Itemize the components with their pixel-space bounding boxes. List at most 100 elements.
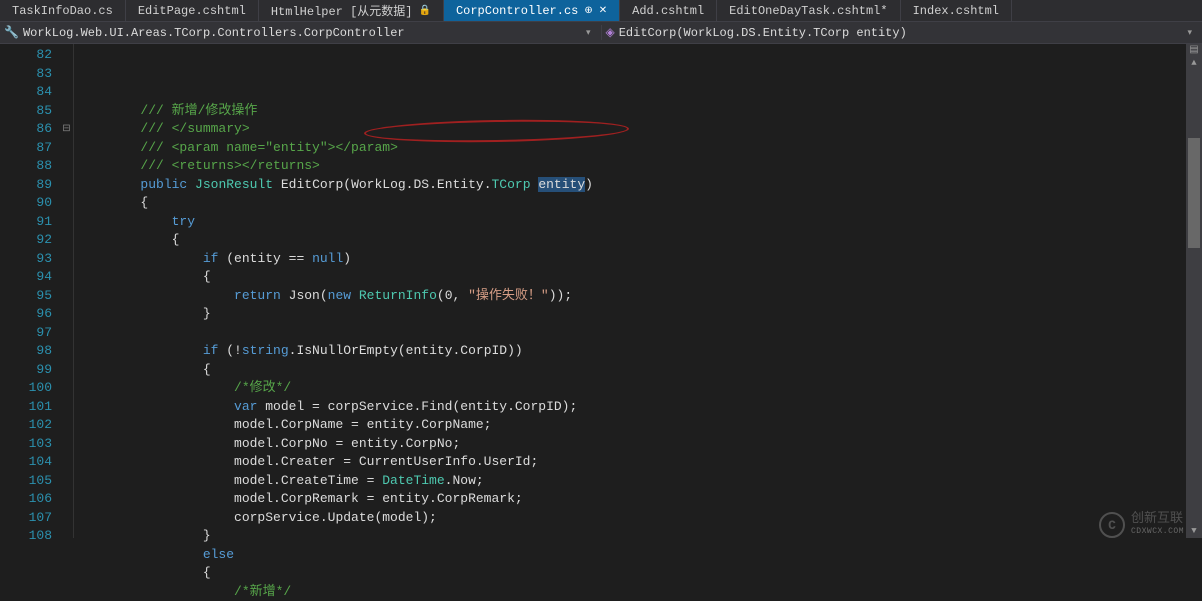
code-line[interactable]: /*修改*/ [78, 379, 1186, 398]
token-plain [78, 177, 140, 192]
tab-3[interactable]: CorpController.cs ⊕ ✕ [444, 0, 620, 21]
token-plain: } [78, 306, 211, 321]
line-number: 89 [0, 176, 52, 195]
fold-cell [60, 287, 73, 306]
token-plain: { [78, 565, 211, 580]
fold-cell [60, 305, 73, 324]
close-icon[interactable]: ✕ [599, 5, 607, 17]
line-number: 92 [0, 231, 52, 250]
tab-0[interactable]: TaskInfoDao.cs [0, 0, 126, 21]
fold-cell [60, 398, 73, 417]
line-number: 95 [0, 287, 52, 306]
vertical-scrollbar[interactable]: ▤ ▲ ▼ [1186, 44, 1202, 538]
code-editor[interactable]: /// 新增/修改操作 /// </summary> /// <param na… [74, 44, 1186, 538]
fold-cell [60, 527, 73, 546]
line-number: 96 [0, 305, 52, 324]
code-line[interactable]: { [78, 231, 1186, 250]
tab-6[interactable]: Index.cshtml [901, 0, 1012, 21]
token-key: try [172, 214, 195, 229]
code-line[interactable]: if (entity == null) [78, 250, 1186, 269]
code-line[interactable]: /// 新增/修改操作 [78, 102, 1186, 121]
line-number: 98 [0, 342, 52, 361]
line-number: 108 [0, 527, 52, 546]
nav-scope-right[interactable]: ◈ EditCorp(WorkLog.DS.Entity.TCorp entit… [602, 25, 1202, 40]
fold-cell[interactable]: ⊟ [60, 120, 73, 139]
token-plain: .Now; [445, 473, 484, 488]
code-line[interactable]: return Json(new ReturnInfo(0, "操作失败！")); [78, 287, 1186, 306]
token-plain: { [78, 232, 179, 247]
dropdown-icon[interactable]: ▾ [1187, 28, 1198, 38]
scroll-track[interactable] [1186, 58, 1202, 524]
token-plain: ) [585, 177, 593, 192]
code-line[interactable] [78, 324, 1186, 343]
token-comment: /// 新增/修改操作 [140, 103, 257, 118]
dropdown-icon[interactable]: ▾ [586, 28, 597, 38]
split-icon[interactable]: ▤ [1186, 44, 1202, 56]
code-line[interactable]: model.CorpNo = entity.CorpNo; [78, 435, 1186, 454]
code-line[interactable]: } [78, 305, 1186, 324]
fold-cell [60, 139, 73, 158]
code-line[interactable]: model.CorpRemark = entity.CorpRemark; [78, 490, 1186, 509]
token-plain [78, 251, 203, 266]
code-line[interactable]: /*新增*/ [78, 583, 1186, 601]
scroll-thumb[interactable] [1188, 138, 1200, 248]
code-line[interactable]: model.CreateTime = DateTime.Now; [78, 472, 1186, 491]
nav-method-text: EditCorp(WorkLog.DS.Entity.TCorp entity) [619, 26, 907, 40]
code-line[interactable]: { [78, 268, 1186, 287]
code-line[interactable]: if (!string.IsNullOrEmpty(entity.CorpID)… [78, 342, 1186, 361]
code-line[interactable]: corpService.Update(model); [78, 509, 1186, 528]
code-line[interactable]: /// <param name="entity"></param> [78, 139, 1186, 158]
line-number: 106 [0, 490, 52, 509]
token-plain: model.Creater = CurrentUserInfo.UserId; [78, 454, 538, 469]
token-plain [78, 103, 140, 118]
tab-label: HtmlHelper [从元数据] [271, 2, 413, 19]
tab-label: CorpController.cs [456, 4, 578, 18]
code-line[interactable]: try [78, 213, 1186, 232]
code-line[interactable]: else [78, 546, 1186, 565]
token-comment: /*新增*/ [234, 584, 291, 599]
token-plain: { [78, 195, 148, 210]
token-key: if [203, 251, 219, 266]
code-line[interactable]: /// </summary> [78, 120, 1186, 139]
token-plain [78, 140, 140, 155]
line-number: 88 [0, 157, 52, 176]
watermark-en: CDXWCX.COM [1131, 525, 1184, 538]
token-key: string [242, 343, 289, 358]
code-line[interactable]: { [78, 564, 1186, 583]
line-number: 90 [0, 194, 52, 213]
token-key: null [312, 251, 343, 266]
token-comment: /// <returns></returns> [140, 158, 319, 173]
tab-4[interactable]: Add.cshtml [620, 0, 717, 21]
token-plain: model = corpService.Find(entity.CorpID); [257, 399, 577, 414]
tab-label: EditPage.cshtml [138, 4, 246, 18]
code-line[interactable]: { [78, 361, 1186, 380]
tab-2[interactable]: HtmlHelper [从元数据]🔒 [259, 0, 444, 21]
code-line[interactable]: var model = corpService.Find(entity.Corp… [78, 398, 1186, 417]
fold-cell [60, 268, 73, 287]
token-plain [78, 547, 203, 562]
pin-icon[interactable]: ⊕ [584, 5, 592, 17]
code-line[interactable]: public JsonResult EditCorp(WorkLog.DS.En… [78, 176, 1186, 195]
code-line[interactable]: model.CorpName = entity.CorpName; [78, 416, 1186, 435]
token-type: JsonResult [195, 177, 273, 192]
line-number: 100 [0, 379, 52, 398]
token-key: new [328, 288, 351, 303]
line-number: 87 [0, 139, 52, 158]
fold-cell [60, 509, 73, 528]
line-number: 101 [0, 398, 52, 417]
code-line[interactable]: model.Creater = CurrentUserInfo.UserId; [78, 453, 1186, 472]
token-plain [78, 399, 234, 414]
code-line[interactable]: /// <returns></returns> [78, 157, 1186, 176]
tab-1[interactable]: EditPage.cshtml [126, 0, 259, 21]
scroll-down-icon[interactable]: ▼ [1186, 524, 1202, 538]
fold-cell [60, 361, 73, 380]
tab-5[interactable]: EditOneDayTask.cshtml* [717, 0, 900, 21]
code-line[interactable]: { [78, 194, 1186, 213]
fold-cell [60, 46, 73, 65]
line-number: 97 [0, 324, 52, 343]
nav-scope-left[interactable]: 🔧 WorkLog.Web.UI.Areas.TCorp.Controllers… [0, 25, 602, 40]
token-plain: } [78, 528, 211, 543]
tab-bar: TaskInfoDao.cs EditPage.cshtml HtmlHelper … [0, 0, 1202, 22]
fold-cell [60, 102, 73, 121]
code-line[interactable]: } [78, 527, 1186, 546]
